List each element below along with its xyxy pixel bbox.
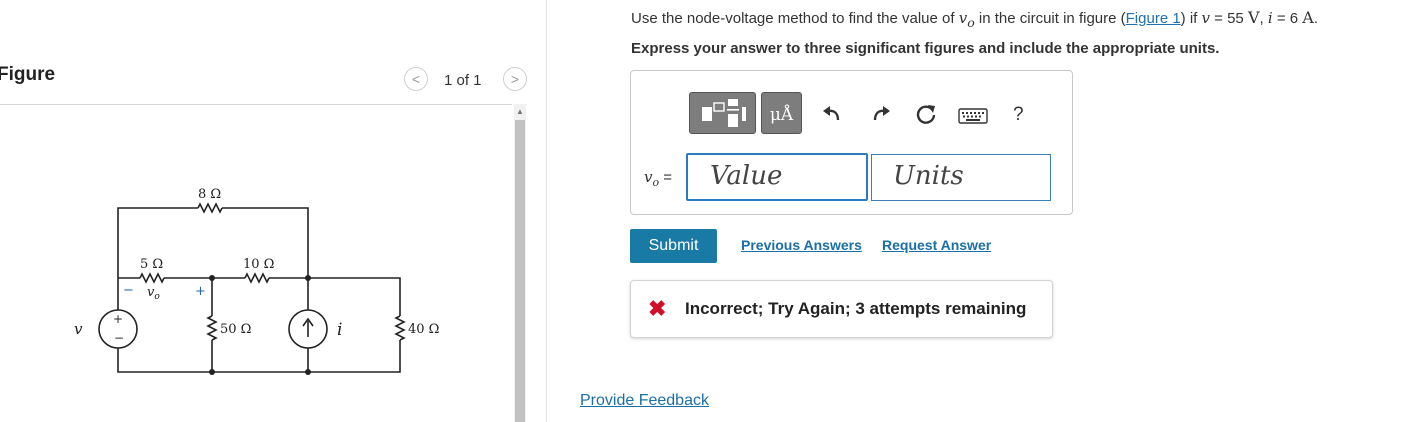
- units-input[interactable]: Units: [871, 154, 1051, 201]
- question-i-eq: = 6: [1272, 10, 1303, 27]
- question-vo: vo: [958, 9, 975, 30]
- figure-page-count: 1 of 1: [444, 72, 482, 89]
- question-v-unit: V: [1247, 8, 1260, 27]
- circuit-diagram: 8 Ω 5 Ω 10 Ω 50 Ω 40 Ω − + vo + − v i: [74, 187, 439, 375]
- question-v-var: v: [1201, 9, 1210, 27]
- question-v-eq: = 55: [1210, 10, 1248, 27]
- incorrect-icon: ✖: [648, 296, 667, 321]
- vo-plus-label: +: [195, 284, 206, 299]
- redo-icon[interactable]: [869, 102, 893, 126]
- previous-answers-link[interactable]: Previous Answers: [741, 237, 862, 253]
- reset-icon[interactable]: [914, 102, 938, 126]
- keyboard-icon[interactable]: [958, 108, 988, 124]
- source-minus: −: [114, 331, 124, 345]
- prev-figure-button[interactable]: <: [404, 67, 428, 91]
- question-text: Use the node-voltage method to find the …: [631, 8, 1318, 30]
- question-middle: in the circuit in figure (: [974, 10, 1126, 27]
- answer-variable-label: vo =: [644, 168, 673, 189]
- templates-icon: [702, 99, 746, 127]
- question-i-unit: A: [1302, 8, 1314, 27]
- current-source-label: i: [337, 320, 342, 340]
- templates-button[interactable]: [689, 92, 756, 134]
- provide-feedback-link[interactable]: Provide Feedback: [580, 392, 709, 410]
- figure-title: Figure: [0, 64, 56, 85]
- next-figure-button[interactable]: >: [503, 67, 527, 91]
- r8-label: 8 Ω: [198, 187, 221, 202]
- help-button[interactable]: ?: [1013, 104, 1024, 126]
- question-end: .: [1313, 10, 1319, 27]
- question-prefix: Use the node-voltage method to find the …: [631, 10, 959, 27]
- undo-icon[interactable]: [820, 102, 844, 126]
- r40-label: 40 Ω: [408, 322, 439, 337]
- r50-label: 50 Ω: [220, 322, 251, 337]
- figure-scrollbar-thumb[interactable]: [515, 120, 525, 422]
- symbols-button[interactable]: μÅ: [761, 92, 802, 134]
- question-after-link: ) if: [1180, 10, 1202, 27]
- feedback-message: Incorrect; Try Again; 3 attempts remaini…: [685, 299, 1027, 318]
- request-answer-link[interactable]: Request Answer: [882, 237, 991, 253]
- figure-divider: [0, 104, 512, 105]
- source-plus: +: [113, 312, 123, 326]
- r10-label: 10 Ω: [243, 257, 274, 272]
- panel-divider: [546, 0, 547, 422]
- scroll-up-icon[interactable]: ▲: [514, 106, 526, 118]
- vo-minus-label: −: [123, 283, 134, 298]
- value-input[interactable]: Value: [686, 153, 868, 201]
- question-sep: ,: [1259, 10, 1268, 27]
- instruction-text: Express your answer to three significant…: [631, 40, 1220, 57]
- voltage-source-label: v: [74, 320, 83, 338]
- figure-link[interactable]: Figure 1: [1126, 10, 1181, 27]
- submit-button[interactable]: Submit: [630, 229, 717, 263]
- vo-symbol: vo: [147, 285, 160, 302]
- r5-label: 5 Ω: [140, 257, 163, 272]
